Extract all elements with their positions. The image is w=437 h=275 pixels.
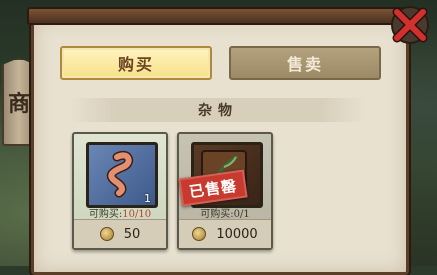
tab-buy[interactable]: 购买 xyxy=(60,46,212,80)
section-title: 杂物 xyxy=(198,103,238,119)
purchase-limit: 可购买:10/10 xyxy=(74,205,166,220)
coin-icon xyxy=(192,227,207,241)
close-icon xyxy=(391,6,429,44)
close-button[interactable] xyxy=(387,2,433,48)
item-price: 50 xyxy=(123,226,141,242)
tab-buy-label: 购买 xyxy=(117,55,154,74)
item-price: 10000 xyxy=(216,226,258,242)
price-row: 50 xyxy=(74,219,166,248)
shop-item-card[interactable]: 1 可购买:10/10 50 xyxy=(72,132,168,250)
tab-sell-label: 售卖 xyxy=(286,55,323,74)
coin-icon xyxy=(99,227,114,241)
sold-out-label: 已售罄 xyxy=(188,176,239,201)
worm-icon xyxy=(106,150,134,198)
item-quantity: 1 xyxy=(144,192,151,205)
tab-sell[interactable]: 售卖 xyxy=(229,46,381,80)
price-row: 10000 xyxy=(179,219,271,248)
section-header: 杂物 xyxy=(70,98,366,122)
item-icon-frame: 1 xyxy=(86,142,158,208)
shop-sign-label: 商 xyxy=(7,91,30,117)
purchase-limit: 可购买:0/1 xyxy=(179,205,271,220)
shop-panel-header-bar xyxy=(27,7,411,25)
